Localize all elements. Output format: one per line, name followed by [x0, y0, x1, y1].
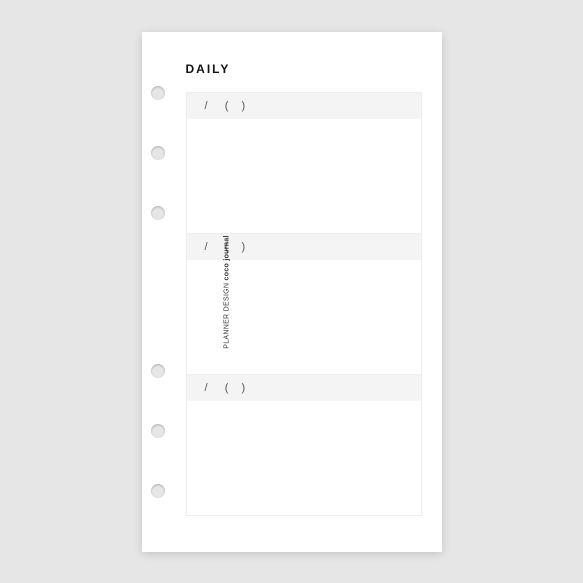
entry-date-header[interactable]: / ( ) — [187, 375, 421, 401]
entries-container: / ( ) / ( ) / ( — [186, 92, 422, 516]
entry-writing-area[interactable] — [187, 260, 421, 374]
binder-hole — [151, 364, 165, 378]
binder-hole — [151, 424, 165, 438]
entry-block: / ( ) — [186, 92, 422, 234]
date-slash: / — [205, 100, 209, 112]
binder-hole — [151, 146, 165, 160]
binder-hole — [151, 484, 165, 498]
day-paren-close: ) — [242, 100, 247, 112]
spine-prefix: PLANNER DESIGN — [223, 282, 230, 348]
day-paren-close: ) — [242, 241, 247, 253]
entry-writing-area[interactable] — [187, 401, 421, 515]
planner-page: DAILY PLANNER DESIGN coco journal / ( ) … — [142, 32, 442, 552]
spine-brand: coco journal — [223, 235, 230, 280]
date-slash: / — [205, 241, 209, 253]
entry-block: / ( ) — [186, 375, 422, 516]
entry-date-header[interactable]: / ( ) — [187, 234, 421, 260]
entry-writing-area[interactable] — [187, 119, 421, 233]
entry-date-header[interactable]: / ( ) — [187, 93, 421, 119]
day-paren-close: ) — [242, 382, 247, 394]
binder-hole — [151, 206, 165, 220]
date-slash: / — [205, 382, 209, 394]
binder-hole — [151, 86, 165, 100]
entry-block: / ( ) — [186, 234, 422, 375]
spine-branding: PLANNER DESIGN coco journal — [223, 235, 230, 349]
page-title: DAILY — [186, 62, 422, 76]
